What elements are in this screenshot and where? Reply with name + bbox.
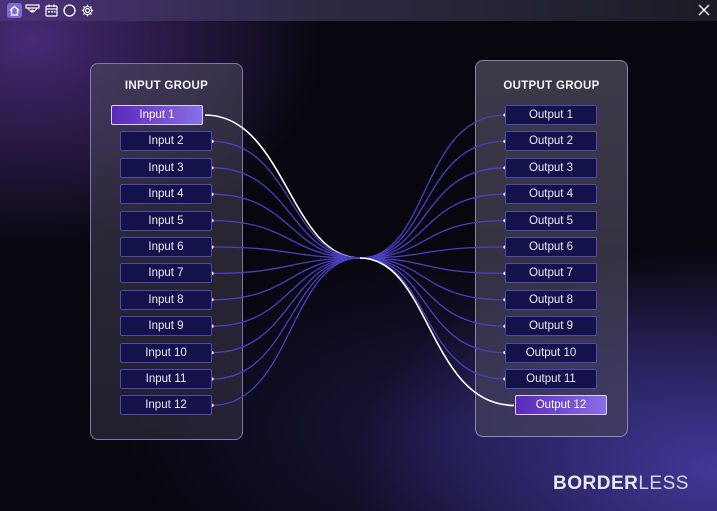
output-wire [359,140,506,259]
input-wire [211,257,361,327]
output-wire [359,193,506,259]
output-chip[interactable]: Output 12 [515,395,607,416]
output-chip[interactable]: Output 9 [505,316,597,337]
input-chip[interactable]: Input 9 [120,316,212,337]
output-chip[interactable]: Output 3 [505,157,597,178]
input-chip[interactable]: Input 5 [120,210,212,231]
input-chip[interactable]: Input 6 [120,237,212,257]
output-chip[interactable]: Output 11 [505,369,597,389]
active-output-wire [359,257,515,407]
output-wire [359,167,506,259]
active-input-wire [204,114,361,259]
output-chip[interactable]: Output 4 [505,184,597,205]
input-wire [211,257,361,380]
input-chip[interactable]: Input 4 [120,184,212,205]
output-chip[interactable]: Output 10 [505,342,597,363]
input-chip[interactable]: Input 10 [120,342,212,363]
output-chip[interactable]: Output 1 [505,105,597,125]
input-wire [211,193,361,259]
input-wire [211,167,361,259]
logo-bold: BORDER [553,473,639,494]
output-chip[interactable]: Output 7 [505,263,597,284]
input-chip[interactable]: Input 1 [111,105,203,125]
input-chip[interactable]: Input 2 [120,131,212,152]
input-chip[interactable]: Input 7 [120,263,212,284]
input-wire [211,140,361,259]
output-chip[interactable]: Output 2 [505,131,597,152]
output-wire [359,257,506,327]
output-chip[interactable]: Output 6 [505,237,597,257]
output-chip[interactable]: Output 8 [505,289,597,310]
logo-light: LESS [638,473,689,494]
output-wire [359,257,506,354]
input-wire [211,257,361,407]
input-chip[interactable]: Input 3 [120,157,212,178]
output-chip[interactable]: Output 5 [505,210,597,231]
input-chip[interactable]: Input 8 [120,289,212,310]
routing-wires [204,113,515,407]
input-chip[interactable]: Input 12 [120,395,212,416]
input-chip[interactable]: Input 11 [120,369,212,389]
borderless-logo: BORDERLESS [553,473,689,495]
output-wire [359,257,506,380]
